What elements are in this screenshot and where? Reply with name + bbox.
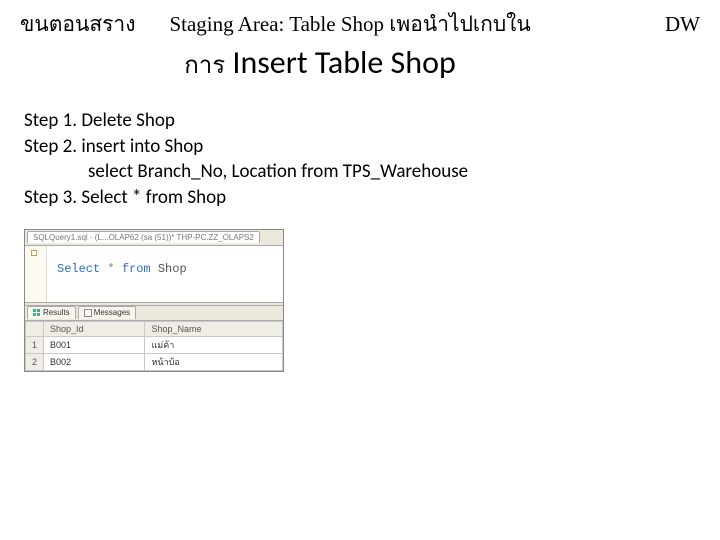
step-3: Step 3. Select * from Shop — [24, 185, 700, 211]
result-tabbar: Results Messages — [25, 306, 283, 321]
tab-results[interactable]: Results — [27, 306, 76, 319]
steps-block: Step 1. Delete Shop Step 2. insert into … — [20, 108, 700, 211]
cell-shop-id: B001 — [44, 336, 145, 353]
grid-corner — [26, 321, 44, 336]
subtitle: การ Insert Table Shop — [20, 43, 700, 84]
cell-shop-name: หน้าบ้อ — [145, 353, 283, 370]
kw-select: Select — [57, 262, 100, 276]
table-row[interactable]: 1 B001 แม่ค้า — [26, 336, 283, 353]
table-row[interactable]: 2 B002 หน้าบ้อ — [26, 353, 283, 370]
kw-from: from — [122, 262, 151, 276]
title-left: ขนตอนสราง — [20, 8, 135, 41]
editor-tab[interactable]: SQLQuery1.sql - (L...OLAP62 (sa (51))* T… — [27, 231, 260, 243]
star-token: * — [107, 262, 114, 276]
row-number: 2 — [26, 353, 44, 370]
tab-messages-label: Messages — [94, 308, 130, 317]
sql-code[interactable]: Select * from Shop — [47, 246, 283, 302]
tab-messages[interactable]: Messages — [78, 306, 136, 319]
step-2-detail: select Branch_No, Location from TPS_Ware… — [24, 159, 700, 185]
cell-shop-name: แม่ค้า — [145, 336, 283, 353]
sql-ide-screenshot: SQLQuery1.sql - (L...OLAP62 (sa (51))* T… — [24, 229, 284, 372]
step-1: Step 1. Delete Shop — [24, 108, 700, 134]
subtitle-main: Insert Table Shop — [232, 43, 455, 82]
breakpoint-marker-icon — [31, 250, 37, 256]
col-shop-id[interactable]: Shop_Id — [44, 321, 145, 336]
editor-gutter — [25, 246, 47, 302]
title-row: ขนตอนสราง Staging Area: Table Shop เพอนำ… — [20, 8, 700, 41]
tbl-name: Shop — [158, 262, 187, 276]
title-right: DW — [665, 12, 700, 37]
cell-shop-id: B002 — [44, 353, 145, 370]
row-number: 1 — [26, 336, 44, 353]
step-2: Step 2. insert into Shop — [24, 134, 700, 160]
results-grid: Shop_Id Shop_Name 1 B001 แม่ค้า 2 B002 ห… — [25, 321, 283, 371]
editor-pane: Select * from Shop — [25, 246, 283, 302]
subtitle-thai: การ — [184, 53, 225, 79]
title-center: Staging Area: Table Shop เพอนำไปเกบใน — [135, 8, 665, 41]
editor-tabbar: SQLQuery1.sql - (L...OLAP62 (sa (51))* T… — [25, 230, 283, 246]
results-grid-icon — [33, 309, 41, 317]
tab-results-label: Results — [43, 308, 70, 317]
table-header-row: Shop_Id Shop_Name — [26, 321, 283, 336]
col-shop-name[interactable]: Shop_Name — [145, 321, 283, 336]
messages-icon — [84, 309, 92, 317]
